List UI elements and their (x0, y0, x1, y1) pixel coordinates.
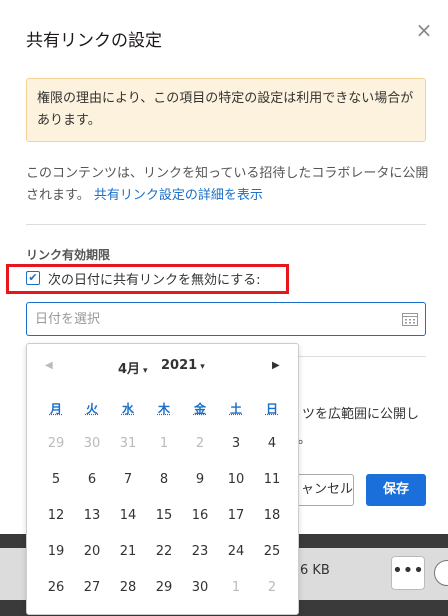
calendar-icon[interactable] (402, 312, 418, 326)
chevron-down-icon: ▾ (143, 366, 148, 376)
chevron-down-icon: ▾ (200, 362, 205, 372)
calendar-day[interactable]: 28 (110, 570, 146, 606)
cancel-button[interactable]: ャンセル (290, 474, 354, 506)
calendar-day[interactable]: 15 (146, 498, 182, 534)
expiration-checkbox[interactable]: ✔ (26, 271, 40, 285)
expiration-checkbox-label[interactable]: 次の日付に共有リンクを無効にする: (48, 269, 261, 288)
previous-month-icon[interactable]: ◀ (45, 360, 53, 371)
calendar-day[interactable]: 29 (146, 570, 182, 606)
calendar-day: 30 (83, 436, 101, 451)
calendar-day: 1 (231, 580, 241, 595)
next-month-icon[interactable]: ▶ (272, 360, 280, 371)
link-expiration-label: リンク有効期限 (26, 248, 111, 262)
calendar-day: 29 (47, 436, 65, 451)
calendar-day[interactable]: 20 (74, 534, 110, 570)
weekday-label: 日 (265, 402, 278, 416)
calendar-day[interactable]: 10 (218, 462, 254, 498)
expiration-date-input[interactable] (26, 302, 426, 336)
calendar-day[interactable]: 14 (110, 498, 146, 534)
public-link-description-end: 。 (298, 432, 312, 447)
calendar-day[interactable]: 19 (38, 534, 74, 570)
calendar-day[interactable]: 22 (146, 534, 182, 570)
weekday-label: 土 (229, 402, 242, 416)
divider (26, 224, 426, 225)
background-file-size: 6 KB (300, 563, 330, 578)
shared-link-details-link[interactable]: 共有リンク設定の詳細を表示 (94, 188, 263, 203)
calendar-day: 1 (159, 436, 169, 451)
month-select[interactable]: 4月 ▾ (118, 358, 148, 377)
weekday-label: 木 (157, 402, 170, 416)
calendar-day[interactable]: 6 (74, 462, 110, 498)
calendar-day[interactable]: 3 (218, 426, 254, 462)
date-picker-popup: ◀ 4月 ▾ 2021 ▾ ▶ 月 火 水 木 金 土 日 29 30 31 1 2 3 4 5 6… (26, 343, 299, 615)
sharing-description: このコンテンツは、リンクを知っている招待したコラボレータに公開されます。 共有リ… (26, 163, 434, 207)
public-link-description-partial: ツを広範囲に公開し (302, 407, 420, 422)
dialog-title: 共有リンクの設定 (26, 31, 162, 51)
calendar-day[interactable]: 11 (254, 462, 290, 498)
calendar-day[interactable]: 26 (38, 570, 74, 606)
calendar-day[interactable]: 21 (110, 534, 146, 570)
weekday-header: 月 火 水 木 金 土 日 (38, 400, 290, 417)
calendar-day[interactable]: 4 (254, 426, 290, 462)
calendar-day: 2 (195, 436, 205, 451)
calendar-day[interactable]: 12 (38, 498, 74, 534)
calendar-day[interactable]: 8 (146, 462, 182, 498)
calendar-day[interactable]: 23 (182, 534, 218, 570)
weekday-label: 火 (85, 402, 98, 416)
weekday-label: 月 (49, 402, 62, 416)
calendar-days-grid: 29 30 31 1 2 3 4 5 6 7 8 9 10 11 12 13 14 15 16 17 18 19 20 21 2… (38, 426, 290, 606)
weekday-label: 水 (121, 402, 134, 416)
calendar-day[interactable]: 30 (182, 570, 218, 606)
year-value: 2021 (161, 358, 198, 373)
calendar-day[interactable]: 17 (218, 498, 254, 534)
calendar-day[interactable]: 27 (74, 570, 110, 606)
weekday-label: 金 (193, 402, 206, 416)
save-button[interactable]: 保存 (366, 474, 426, 506)
calendar-day[interactable]: 24 (218, 534, 254, 570)
calendar-day[interactable]: 16 (182, 498, 218, 534)
calendar-day[interactable]: 7 (110, 462, 146, 498)
calendar-day[interactable]: 5 (38, 462, 74, 498)
year-select[interactable]: 2021 ▾ (161, 358, 205, 373)
calendar-day: 2 (267, 580, 277, 595)
close-icon[interactable]: × (412, 18, 436, 42)
permission-warning: 権限の理由により、この項目の特定の設定は利用できない場合があります。 (26, 78, 426, 142)
calendar-day[interactable]: 13 (74, 498, 110, 534)
month-value: 4月 (118, 362, 141, 377)
calendar-day[interactable]: 25 (254, 534, 290, 570)
calendar-day[interactable]: 9 (182, 462, 218, 498)
calendar-day: 31 (119, 436, 137, 451)
more-options-button[interactable]: ••• (391, 556, 425, 590)
calendar-day[interactable]: 18 (254, 498, 290, 534)
